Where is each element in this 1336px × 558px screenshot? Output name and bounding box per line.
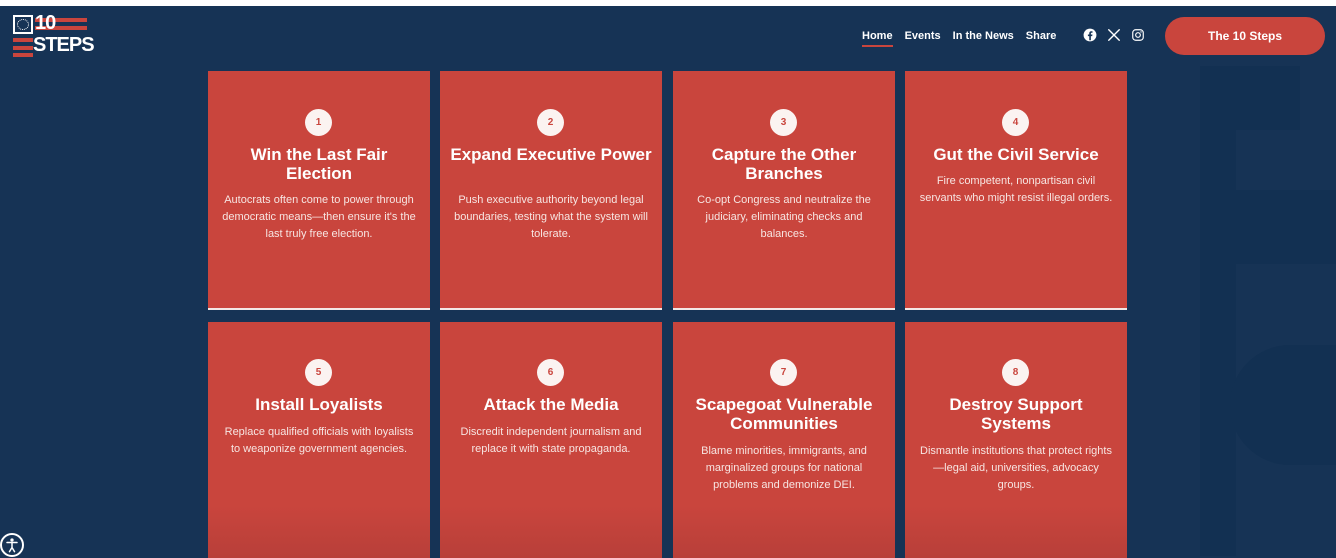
step-description: Discredit independent journalism and rep…: [460, 426, 642, 455]
logo-stripe: [13, 38, 33, 42]
step-number: 8: [1002, 359, 1029, 386]
step-card[interactable]: 2 Expand Executive Power Push executive …: [440, 71, 662, 310]
step-title: Gut the Civil Service: [933, 145, 1099, 164]
main-nav: Home Events In the News Share: [862, 30, 1068, 47]
step-number: 7: [770, 359, 797, 386]
step-title: Win the Last Fair Election: [250, 145, 388, 183]
step-number: 3: [770, 109, 797, 136]
logo-stars-box: [13, 15, 33, 34]
accessibility-figure-icon: [6, 538, 18, 553]
step-card[interactable]: 5 Install Loyalists Replace qualified of…: [208, 322, 430, 558]
nav-events[interactable]: Events: [905, 30, 941, 46]
nav-home[interactable]: Home: [862, 30, 893, 47]
nav-in-the-news[interactable]: In the News: [953, 30, 1014, 46]
background-watermark: [1230, 345, 1336, 465]
step-card[interactable]: 8 Destroy Support Systems Dismantle inst…: [905, 322, 1127, 558]
step-number: 1: [305, 109, 332, 136]
step-card[interactable]: 4 Gut the Civil Service Fire competent, …: [905, 71, 1127, 310]
step-description: Blame minorities, immigrants, and margin…: [701, 445, 867, 491]
step-title: Install Loyalists: [255, 395, 383, 414]
background-watermark: [1300, 66, 1336, 130]
step-description: Dismantle institutions that protect righ…: [920, 445, 1112, 491]
background-watermark: [1236, 190, 1336, 264]
step-description: Replace qualified officials with loyalis…: [224, 426, 414, 455]
facebook-icon[interactable]: [1083, 28, 1097, 42]
nav-share[interactable]: Share: [1026, 30, 1057, 46]
step-number: 2: [537, 109, 564, 136]
step-description: Push executive authority beyond legal bo…: [454, 194, 648, 240]
step-number: 6: [537, 359, 564, 386]
logo-stars-icon: [17, 19, 29, 30]
step-title: Scapegoat Vulnerable Communities: [695, 395, 873, 433]
background-watermark: [1200, 66, 1236, 556]
step-description: Autocrats often come to power through de…: [222, 194, 416, 240]
accessibility-icon[interactable]: [0, 533, 24, 557]
step-title: Capture the Other Branches: [711, 145, 857, 183]
step-number: 4: [1002, 109, 1029, 136]
the-10-steps-button[interactable]: The 10 Steps: [1165, 17, 1325, 55]
logo-text-steps: STEPS: [33, 34, 95, 56]
social-links: [1083, 28, 1145, 42]
step-title: Destroy Support Systems: [949, 395, 1083, 433]
logo-stripe: [13, 53, 33, 57]
site-logo[interactable]: 10 STEPS: [13, 12, 95, 57]
top-strip: [0, 0, 1336, 6]
step-card[interactable]: 7 Scapegoat Vulnerable Communities Blame…: [673, 322, 895, 558]
step-card[interactable]: 6 Attack the Media Discredit independent…: [440, 322, 662, 558]
step-title: Attack the Media: [483, 395, 619, 414]
logo-text-ten: 10: [35, 12, 56, 34]
logo-stripe: [13, 46, 33, 50]
instagram-icon[interactable]: [1131, 28, 1145, 42]
x-icon[interactable]: [1107, 28, 1121, 42]
step-card[interactable]: 3 Capture the Other Branches Co-opt Cong…: [673, 71, 895, 310]
step-description: Fire competent, nonpartisan civil servan…: [919, 175, 1113, 204]
step-description: Co-opt Congress and neutralize the judic…: [697, 194, 871, 240]
step-number: 5: [305, 359, 332, 386]
step-title: Expand Executive Power: [450, 145, 652, 164]
step-card[interactable]: 1 Win the Last Fair Election Autocrats o…: [208, 71, 430, 310]
